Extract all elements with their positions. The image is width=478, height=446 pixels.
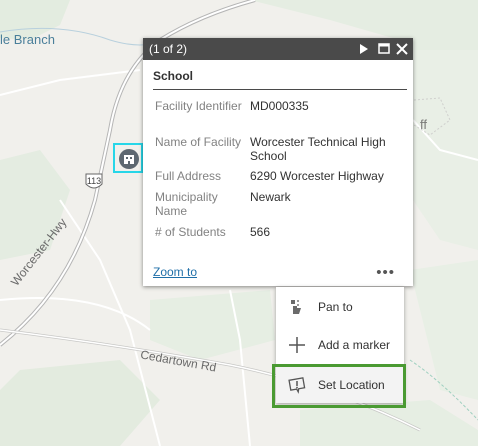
- school-pin: [119, 149, 139, 169]
- pan-icon: [288, 298, 306, 316]
- attr-value-municipality: Newark: [250, 190, 291, 204]
- close-button[interactable]: [395, 41, 409, 57]
- popup-count: (1 of 2): [149, 42, 188, 56]
- map-partial-label: ff: [420, 117, 427, 132]
- route-shield: 113: [84, 172, 104, 192]
- attr-value-facility-name: Worcester Technical High School: [250, 135, 386, 163]
- maximize-icon: [378, 43, 390, 54]
- popup-divider: [153, 89, 407, 90]
- zoom-to-link[interactable]: Zoom to: [153, 265, 197, 279]
- menu-item-pan-to[interactable]: Pan to: [276, 289, 404, 325]
- play-icon: [360, 44, 368, 54]
- maximize-button[interactable]: [377, 41, 391, 57]
- stream-label: le Branch: [0, 32, 55, 47]
- menu-item-label: Pan to: [318, 300, 353, 314]
- popup-title: School: [153, 69, 194, 83]
- set-location-highlight: [272, 364, 406, 408]
- school-building-icon: [124, 155, 134, 164]
- attr-label-facility-identifier: Facility Identifier: [155, 99, 242, 113]
- school-marker-selected[interactable]: [113, 143, 143, 173]
- attr-label-facility-name: Name of Facility: [155, 135, 242, 149]
- attr-value-facility-identifier: MD000335: [250, 99, 309, 113]
- more-actions-button[interactable]: •••: [376, 264, 395, 281]
- attr-value-students: 566: [250, 225, 271, 239]
- popup-header: (1 of 2): [143, 38, 413, 60]
- close-icon: [396, 43, 408, 55]
- attr-label-municipality: Municipality Name: [155, 190, 218, 218]
- menu-item-add-marker[interactable]: Add a marker: [276, 327, 404, 363]
- plus-icon: [288, 336, 306, 354]
- feature-popup: (1 of 2) School Facility Identifier MD00…: [143, 38, 413, 286]
- menu-item-label: Add a marker: [318, 338, 391, 352]
- route-number: 113: [86, 176, 102, 186]
- attr-label-students: # of Students: [155, 225, 226, 239]
- next-feature-button[interactable]: [357, 41, 371, 57]
- attr-value-full-address: 6290 Worcester Highway: [250, 169, 384, 183]
- attr-label-full-address: Full Address: [155, 169, 222, 183]
